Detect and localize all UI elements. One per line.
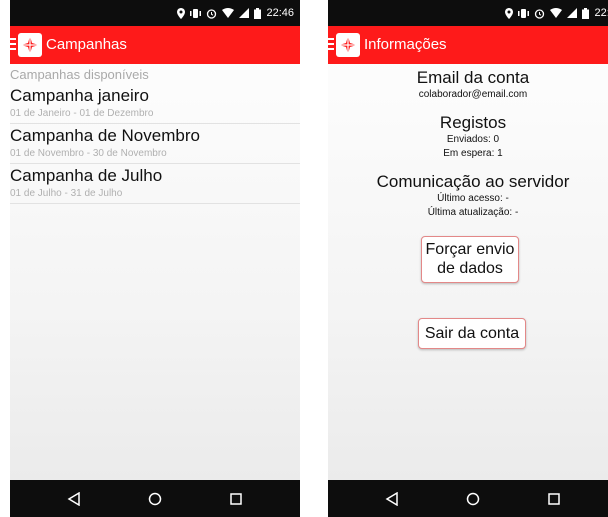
campaign-name: Campanha janeiro	[10, 86, 149, 105]
list-item[interactable]: Campanha janeiro 01 de Janeiro - 01 de D…	[10, 84, 300, 124]
force-send-button[interactable]: Forçar envio de dados	[421, 236, 519, 283]
account-info: Email da conta colaborador@email.com Reg…	[328, 64, 608, 220]
recents-icon[interactable]	[227, 490, 245, 508]
wifi-icon	[550, 8, 563, 18]
force-send-label-2: de dados	[437, 260, 503, 277]
home-icon[interactable]	[464, 490, 482, 508]
logout-label: Sair da conta	[424, 325, 520, 342]
server-last-update: Última atualização: -	[427, 207, 519, 218]
battery-icon	[582, 7, 590, 19]
app-bar-title: Campanhas	[46, 36, 127, 53]
status-time: 22:48	[594, 7, 608, 19]
location-icon	[505, 7, 514, 19]
records-pending: Em espera: 1	[443, 148, 503, 159]
location-icon	[177, 7, 186, 19]
back-icon[interactable]	[65, 490, 83, 508]
status-time: 22:46	[266, 7, 294, 19]
navigation-bar	[328, 480, 608, 517]
status-bar: 22:46	[10, 0, 300, 26]
signal-icon	[239, 8, 250, 18]
server-last-access: Último acesso: -	[437, 193, 509, 204]
signal-icon	[567, 8, 578, 18]
recents-icon[interactable]	[545, 490, 563, 508]
app-bar: Campanhas	[10, 26, 300, 64]
info-screen: 22:48 Informações Email da conta colabor…	[328, 0, 608, 517]
account-email: colaborador@email.com	[418, 89, 528, 100]
menu-icon[interactable]	[328, 38, 334, 52]
list-item[interactable]: Campanha de Novembro 01 de Novembro - 30…	[10, 124, 300, 164]
caritas-logo	[18, 33, 42, 57]
campaign-list: Campanha janeiro 01 de Janeiro - 01 de D…	[10, 84, 300, 204]
home-icon[interactable]	[146, 490, 164, 508]
battery-icon	[254, 7, 262, 19]
navigation-bar	[10, 480, 300, 517]
app-bar: Informações	[328, 26, 608, 64]
alarm-icon	[535, 8, 545, 19]
vibrate-icon	[190, 8, 202, 18]
caritas-logo	[336, 33, 360, 57]
wifi-icon	[222, 8, 235, 18]
list-item[interactable]: Campanha de Julho 01 de Julho - 31 de Ju…	[10, 164, 300, 204]
app-bar-title: Informações	[364, 36, 447, 53]
campaign-name: Campanha de Novembro	[10, 126, 200, 145]
vibrate-icon	[518, 8, 530, 18]
force-send-label-1: Forçar envio	[425, 241, 515, 258]
alarm-icon	[207, 8, 217, 19]
account-heading: Email da conta	[416, 68, 530, 87]
status-bar: 22:48	[328, 0, 608, 26]
menu-icon[interactable]	[10, 38, 16, 52]
campaign-dates: 01 de Julho - 31 de Julho	[10, 188, 123, 199]
section-header: Campanhas disponíveis	[10, 67, 149, 82]
campaign-dates: 01 de Janeiro - 01 de Dezembro	[10, 108, 154, 119]
campaign-name: Campanha de Julho	[10, 166, 163, 185]
server-heading: Comunicação ao servidor	[376, 172, 570, 191]
records-sent: Enviados: 0	[446, 134, 500, 145]
campaigns-screen: 22:46 Campanhas Campanhas disponíveis Ca…	[10, 0, 300, 517]
back-icon[interactable]	[383, 490, 401, 508]
records-heading: Registos	[439, 113, 507, 132]
campaign-dates: 01 de Novembro - 30 de Novembro	[10, 148, 167, 159]
logout-button[interactable]: Sair da conta	[418, 318, 526, 349]
